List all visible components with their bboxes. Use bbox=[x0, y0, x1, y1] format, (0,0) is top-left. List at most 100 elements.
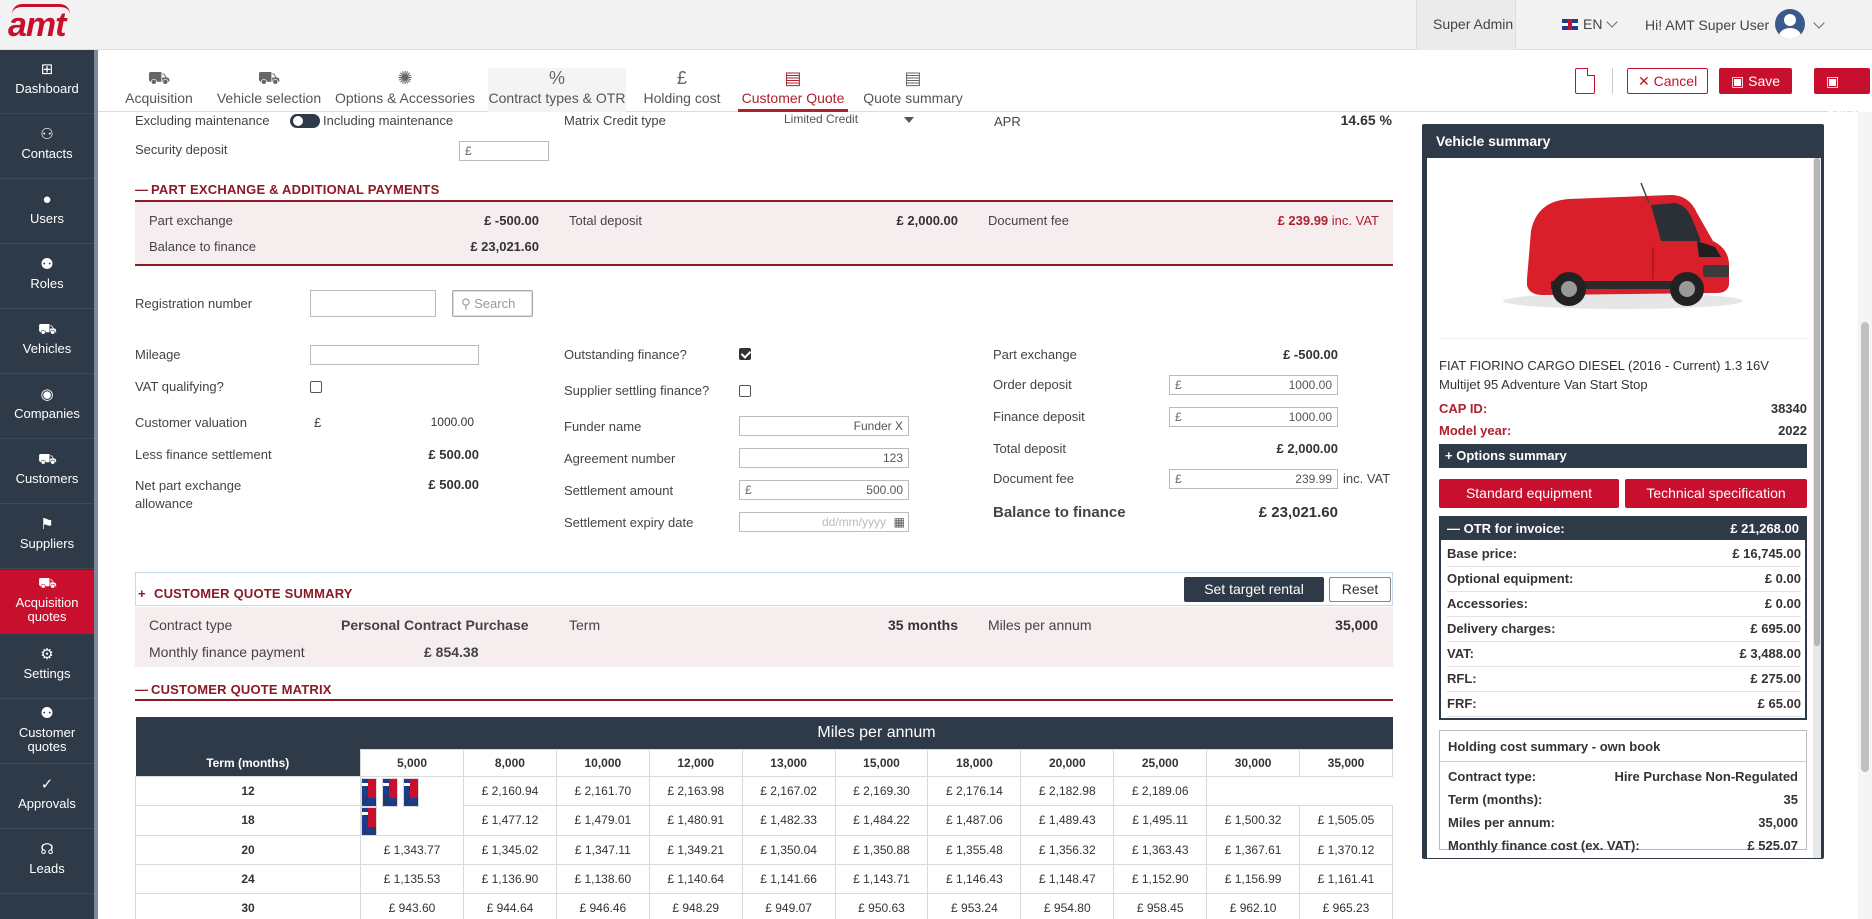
quote-cell[interactable]: £ 1,146.43 bbox=[927, 863, 1022, 894]
sidebar-scrollbar[interactable] bbox=[94, 50, 98, 919]
tab-customer-quote[interactable]: ▤ Customer Quote bbox=[738, 68, 848, 112]
quote-cell[interactable]: £ 1,136.90 bbox=[463, 863, 557, 894]
security-deposit-input[interactable]: £ bbox=[459, 141, 549, 161]
tab-options-accessories[interactable]: ✺ Options & Accessories bbox=[330, 68, 480, 112]
sidebar-item-acquisition-quotes[interactable]: ⛟ Acquisition quotes bbox=[0, 570, 94, 634]
quote-cell[interactable]: £ 1,479.01 bbox=[555, 805, 650, 836]
quote-cell[interactable]: £ 1,495.11 bbox=[1113, 805, 1208, 836]
agreement-number-input[interactable]: 123 bbox=[739, 448, 909, 468]
quote-cell[interactable]: £ 1,349.21 bbox=[648, 834, 743, 865]
settlement-amount-input[interactable]: £500.00 bbox=[739, 480, 909, 500]
sidebar-item-leads[interactable]: ☊ Leads bbox=[0, 830, 94, 894]
quote-cell[interactable]: £ 1,480.91 bbox=[648, 805, 743, 836]
quote-cell[interactable]: £ 948.29 bbox=[648, 892, 743, 919]
window-scrollbar-thumb[interactable] bbox=[1861, 322, 1869, 772]
cq-summary-header[interactable]: + CUSTOMER QUOTE SUMMARY bbox=[138, 586, 353, 601]
reset-button[interactable]: Reset bbox=[1329, 577, 1391, 602]
order-deposit-input[interactable]: £1000.00 bbox=[1169, 375, 1338, 395]
outstanding-finance-checkbox[interactable] bbox=[739, 348, 751, 360]
quote-cell[interactable]: £ 2,155.63 bbox=[361, 777, 377, 807]
part-exchange-section-header[interactable]: — PART EXCHANGE & ADDITIONAL PAYMENTS bbox=[135, 182, 439, 197]
quote-cell[interactable]: £ 943.60 bbox=[360, 892, 464, 919]
quote-cell[interactable]: £ 1,138.60 bbox=[555, 863, 650, 894]
quote-cell[interactable]: £ 1,363.43 bbox=[1113, 834, 1208, 865]
document-icon[interactable] bbox=[1575, 68, 1595, 94]
quote-cell[interactable]: £ 949.07 bbox=[741, 892, 836, 919]
sidebar-item-customers[interactable]: ⛟ Customers bbox=[0, 440, 94, 504]
customer-valuation-input[interactable]: 1000.00 bbox=[431, 415, 474, 429]
language-dropdown[interactable]: EN bbox=[1522, 0, 1619, 50]
quote-cell[interactable]: £ 953.24 bbox=[927, 892, 1022, 919]
quote-cell[interactable]: £ 1,347.11 bbox=[555, 834, 650, 865]
calendar-icon[interactable]: ▦ bbox=[894, 513, 905, 531]
quote-cell[interactable]: £ 1,161.41 bbox=[1299, 863, 1393, 894]
panel-scrollbar-thumb[interactable] bbox=[1814, 158, 1820, 646]
quote-cell[interactable]: £ 954.80 bbox=[1020, 892, 1115, 919]
sidebar-item-approvals[interactable]: ✓ Approvals bbox=[0, 765, 94, 829]
quote-cell[interactable]: £ 1,500.32 bbox=[1206, 805, 1301, 836]
quote-cell[interactable]: £ 1,482.33 bbox=[741, 805, 836, 836]
quote-cell[interactable]: £ 2,158.66 bbox=[403, 777, 419, 807]
quote-cell[interactable]: £ 965.23 bbox=[1299, 892, 1393, 919]
sidebar-item-users[interactable]: ● Users bbox=[0, 180, 94, 244]
maintenance-toggle[interactable] bbox=[290, 114, 320, 128]
quote-cell[interactable]: £ 1,143.71 bbox=[834, 863, 929, 894]
funder-name-input[interactable]: Funder X bbox=[739, 416, 909, 436]
cq-matrix-header[interactable]: — CUSTOMER QUOTE MATRIX bbox=[135, 682, 332, 697]
sidebar-item-suppliers[interactable]: ⚑ Suppliers bbox=[0, 505, 94, 569]
sidebar-item-companies[interactable]: ◉ Companies bbox=[0, 375, 94, 439]
otr-header[interactable]: — OTR for invoice: £ 21,268.00 bbox=[1441, 518, 1805, 540]
set-target-rental-button[interactable]: Set target rental bbox=[1184, 577, 1324, 602]
registration-input[interactable] bbox=[310, 290, 436, 317]
quote-cell[interactable]: £ 1,489.43 bbox=[1020, 805, 1115, 836]
quote-cell[interactable]: £ 1,343.77 bbox=[360, 834, 464, 865]
mileage-input[interactable] bbox=[310, 345, 479, 365]
quote-cell[interactable]: £ 1,141.66 bbox=[741, 863, 836, 894]
tab-contract-types-otr[interactable]: % Contract types & OTR bbox=[488, 68, 626, 112]
quote-cell[interactable]: £ 1,345.02 bbox=[463, 834, 557, 865]
quote-cell[interactable]: £ 2,176.14 bbox=[927, 775, 1022, 806]
tab-vehicle-selection[interactable]: ⛟ Vehicle selection bbox=[206, 68, 332, 112]
quote-cell[interactable]: £ 950.63 bbox=[834, 892, 929, 919]
quote-cell[interactable]: £ 1,140.64 bbox=[648, 863, 743, 894]
save-button[interactable]: ▣ Save bbox=[1719, 68, 1793, 94]
quote-cell[interactable]: £ 2,169.30 bbox=[834, 775, 929, 806]
amt-logo[interactable]: amt bbox=[8, 4, 70, 45]
tab-acquisition[interactable]: ⛟ Acquisition bbox=[120, 68, 198, 112]
quote-cell[interactable]: £ 1,152.90 bbox=[1113, 863, 1208, 894]
quote-cell[interactable]: £ 1,350.04 bbox=[741, 834, 836, 865]
quote-cell[interactable]: £ 1,487.06 bbox=[927, 805, 1022, 836]
settlement-expiry-input[interactable]: dd/mm/yyyy ▦ bbox=[739, 512, 909, 532]
sidebar-item-dashboard[interactable]: ⊞ Dashboard bbox=[0, 50, 94, 114]
sidebar-item-vehicles[interactable]: ⛟ Vehicles bbox=[0, 310, 94, 374]
quote-cell[interactable]: £ 2,160.94 bbox=[463, 775, 557, 806]
sidebar-item-customer-quotes[interactable]: ⚉ Customer quotes bbox=[0, 700, 94, 764]
quote-cell[interactable]: £ 2,167.02 bbox=[741, 775, 836, 806]
vat-qualifying-checkbox[interactable] bbox=[310, 381, 322, 393]
tab-holding-cost[interactable]: £ Holding cost bbox=[640, 68, 724, 112]
quote-cell[interactable]: £ 1,475.23 bbox=[361, 806, 377, 836]
standard-equipment-button[interactable]: Standard equipment bbox=[1439, 479, 1619, 508]
quote-cell[interactable]: £ 1,356.32 bbox=[1020, 834, 1115, 865]
quote-cell[interactable]: £ 2,161.70 bbox=[555, 775, 650, 806]
caret-down-icon[interactable] bbox=[904, 117, 914, 123]
technical-spec-button[interactable]: Technical specification bbox=[1625, 479, 1807, 508]
quote-cell[interactable]: £ 1,156.99 bbox=[1206, 863, 1301, 894]
document-fee-input[interactable]: £239.99 bbox=[1169, 469, 1338, 489]
quote-cell[interactable]: £ 958.45 bbox=[1113, 892, 1208, 919]
role-dropdown[interactable]: Super Admin bbox=[1416, 0, 1516, 76]
save-exit-button[interactable]: ▣ Save & Exit bbox=[1814, 68, 1870, 167]
quote-cell[interactable]: £ 1,148.47 bbox=[1020, 863, 1115, 894]
sidebar-item-settings[interactable]: ⚙ Settings bbox=[0, 635, 94, 699]
quote-cell[interactable]: £ 1,370.12 bbox=[1299, 834, 1393, 865]
supplier-settling-checkbox[interactable] bbox=[739, 385, 751, 397]
search-button[interactable]: ⚲ Search bbox=[452, 290, 533, 317]
quote-cell[interactable]: £ 1,505.05 bbox=[1299, 805, 1393, 836]
quote-cell[interactable]: £ 962.10 bbox=[1206, 892, 1301, 919]
quote-cell[interactable]: £ 944.64 bbox=[463, 892, 557, 919]
matrix-credit-select[interactable]: Limited Credit bbox=[784, 112, 858, 126]
quote-cell[interactable]: £ 1,135.53 bbox=[360, 863, 464, 894]
tab-quote-summary[interactable]: ▤ Quote summary bbox=[860, 68, 966, 112]
finance-deposit-input[interactable]: £1000.00 bbox=[1169, 407, 1338, 427]
quote-cell[interactable]: £ 1,355.48 bbox=[927, 834, 1022, 865]
